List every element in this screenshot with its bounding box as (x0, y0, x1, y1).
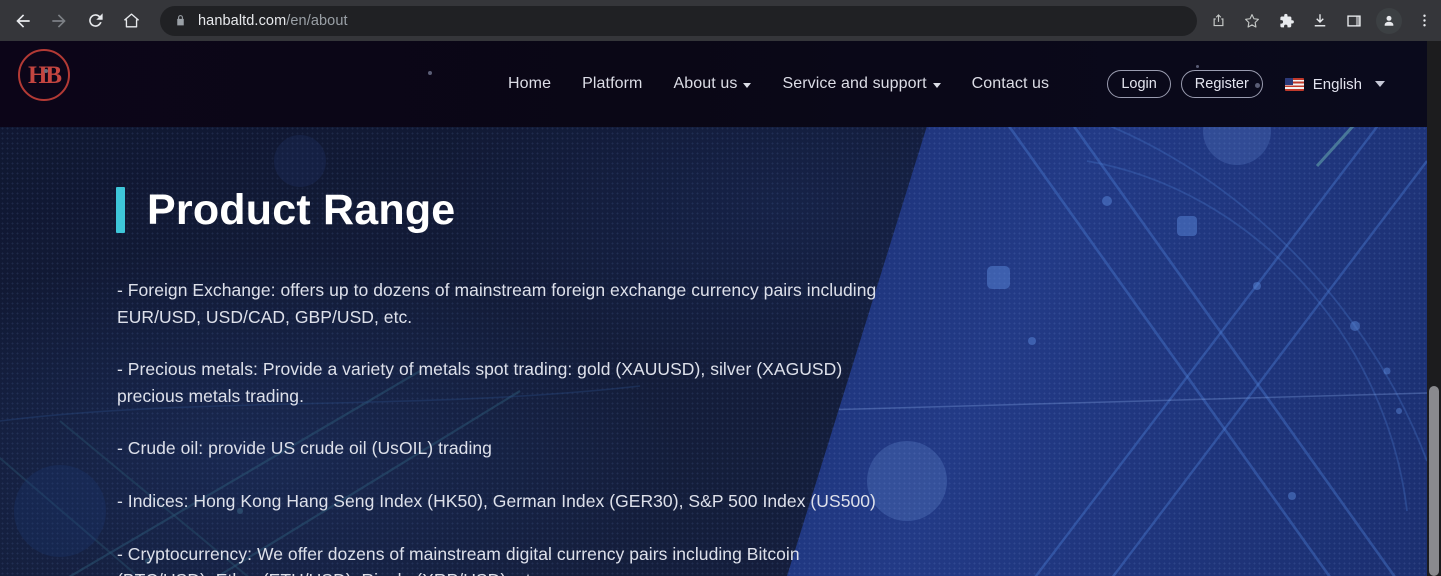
header-decorative-dot (428, 71, 432, 75)
share-button[interactable] (1202, 5, 1234, 37)
language-selector[interactable]: English (1284, 75, 1385, 93)
nav-item-home[interactable]: Home (508, 75, 551, 93)
page-title: Product Range (147, 185, 456, 234)
logo-text: HB (27, 61, 62, 89)
reload-button[interactable] (78, 4, 112, 38)
page-title-row: Product Range (116, 187, 1427, 233)
site-logo[interactable]: HB (18, 49, 70, 101)
url-path: /en/about (286, 12, 348, 29)
nav-label: Service and support (782, 75, 927, 92)
nav-label: Home (508, 75, 552, 92)
extensions-button[interactable] (1270, 5, 1302, 37)
scrollbar-thumb[interactable] (1429, 386, 1439, 576)
three-dot-menu-icon (1422, 14, 1426, 27)
download-icon (1314, 13, 1326, 26)
hero-content: Product Range - Foreign Exchange: offers… (0, 127, 1427, 576)
back-arrow-icon (16, 13, 30, 28)
back-button[interactable] (6, 4, 40, 38)
login-button[interactable]: Login (1107, 70, 1171, 98)
product-paragraph: - Indices: Hong Kong Hang Seng Index (HK… (117, 490, 876, 511)
site-header: HB Home Platform About us Service and su… (0, 41, 1427, 127)
product-paragraph: - Crude oil: provide US crude oil (UsOIL… (117, 438, 492, 459)
chevron-down-icon (743, 82, 752, 88)
page-scrollbar[interactable] (1427, 41, 1441, 576)
menu-button[interactable] (1408, 5, 1440, 37)
product-paragraph: - Cryptocurrency: We offer dozens of mai… (117, 543, 800, 576)
language-label: English (1312, 75, 1362, 93)
browser-toolbar: hanbaltd.com/en/about (0, 0, 1441, 41)
nav-item-platform[interactable]: Platform (582, 75, 642, 93)
bookmark-button[interactable] (1236, 5, 1268, 37)
web-page: HB Home Platform About us Service and su… (0, 41, 1441, 576)
logo-accent-dot (44, 69, 48, 73)
nav-label: Platform (582, 75, 643, 92)
us-flag-icon (1284, 77, 1304, 91)
address-bar[interactable]: hanbaltd.com/en/about (160, 5, 1197, 36)
home-button[interactable] (114, 4, 148, 38)
nav-item-about-us[interactable]: About us (673, 75, 752, 93)
url-text: hanbaltd.com/en/about (198, 13, 348, 29)
header-actions: Login Register English (1107, 41, 1385, 127)
product-paragraph: - Foreign Exchange: offers up to dozens … (117, 280, 877, 327)
forward-button[interactable] (42, 4, 76, 38)
downloads-button[interactable] (1304, 5, 1336, 37)
main-navigation: Home Platform About us Service and suppo… (508, 41, 1049, 127)
share-icon (1213, 14, 1223, 27)
title-accent-bar (116, 187, 125, 233)
home-icon (123, 13, 139, 28)
nav-label: Contact us (971, 75, 1050, 92)
side-panel-icon (1347, 14, 1361, 27)
profile-avatar-icon (1384, 15, 1394, 26)
nav-label: About us (673, 75, 738, 92)
profile-button[interactable] (1376, 7, 1402, 34)
reload-icon (88, 13, 103, 27)
lock-icon (177, 15, 184, 26)
side-panel-button[interactable] (1338, 5, 1370, 37)
register-button[interactable]: Register (1180, 70, 1263, 98)
product-range-list: - Foreign Exchange: offers up to dozens … (117, 277, 877, 576)
forward-arrow-icon (52, 13, 66, 28)
product-paragraph: - Precious metals: Provide a variety of … (117, 359, 843, 406)
browser-nav-buttons (0, 4, 148, 38)
chevron-down-icon (932, 82, 941, 88)
extensions-puzzle-icon (1280, 13, 1294, 27)
url-host: hanbaltd.com (198, 12, 287, 29)
nav-item-service-and-support[interactable]: Service and support (782, 75, 941, 93)
nav-item-contact-us[interactable]: Contact us (972, 75, 1049, 93)
browser-actions (1201, 5, 1441, 37)
chevron-down-icon (1375, 81, 1385, 87)
bookmark-star-icon (1245, 13, 1259, 28)
